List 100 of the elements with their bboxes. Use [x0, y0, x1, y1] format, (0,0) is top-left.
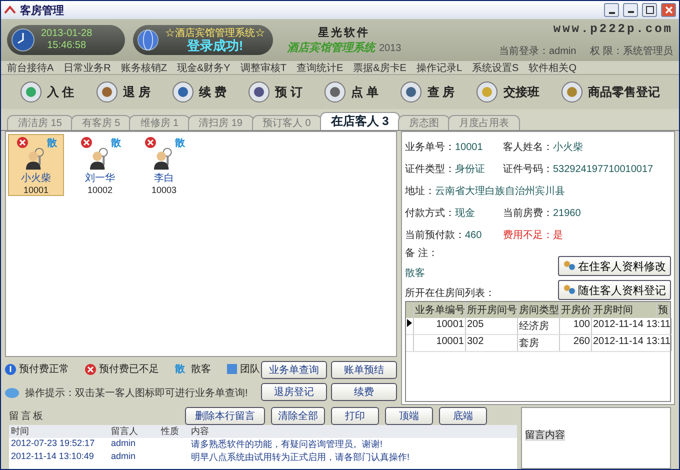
close-icon: [664, 6, 672, 14]
detail-field: 客人姓名：小火柴: [503, 140, 671, 154]
note-label: 备 注：: [405, 246, 439, 260]
walk-in-mark: 散: [175, 363, 185, 376]
note-text: 散客: [405, 266, 426, 280]
column-header: 时间: [10, 425, 30, 438]
maximize-icon: [646, 6, 654, 14]
toolbar-button[interactable]: 查 房: [396, 78, 459, 106]
minimize-button[interactable]: [604, 3, 619, 17]
column-header: 预: [657, 302, 670, 318]
people-icon: [563, 260, 575, 272]
guest-type-label: 散: [175, 137, 185, 150]
table-cell: 260: [560, 335, 592, 351]
guest-type-label: 散: [47, 137, 57, 150]
rooms-list-label: 所开在住房间列表：: [405, 286, 496, 300]
board-button[interactable]: 底端: [439, 407, 487, 425]
table-cell: 100: [560, 318, 592, 334]
current-login-text: 当前登录：admin: [498, 44, 576, 58]
board-button[interactable]: 顶端: [385, 407, 433, 425]
guest-info-button[interactable]: 随住客人资料登记: [558, 280, 671, 300]
board-button[interactable]: 清除全部: [271, 407, 325, 425]
toolbar-button[interactable]: 退 房: [92, 78, 154, 106]
message-content-label: 留言内容: [525, 430, 565, 441]
operation-tip: 操作提示：双击某一客人图标即可进行业务单查询!: [25, 386, 248, 400]
system-name: ☆酒店宾馆管理系统☆: [165, 28, 265, 39]
menu-item[interactable]: 操作记录L: [416, 61, 462, 74]
maximize-button[interactable]: [642, 3, 657, 17]
table-row[interactable]: 10001 302 套房 260 2012-11-14 13:11: [406, 335, 670, 352]
guest-type-label: 散: [111, 137, 121, 150]
table-cell-text: admin: [110, 438, 137, 450]
people-icon: [563, 284, 575, 296]
close-button[interactable]: [661, 3, 676, 17]
guest-name: 小火柴: [21, 172, 51, 185]
board-button[interactable]: 打印: [331, 407, 379, 425]
table-cell: 套房: [518, 335, 560, 351]
action-button[interactable]: 业务单查询: [261, 361, 327, 379]
menu-item[interactable]: 票据&房卡E: [353, 61, 406, 74]
group-icon: [227, 364, 237, 374]
app-icon: [4, 5, 16, 15]
guest-id: 10003: [151, 185, 177, 195]
error-icon: [85, 364, 96, 374]
toolbar-button[interactable]: 续 费: [168, 78, 230, 106]
minimize-to-tray-button[interactable]: [623, 3, 638, 17]
column-header: 开房价: [560, 302, 592, 318]
column-header: 性质: [160, 425, 180, 438]
menu-item[interactable]: 账务核销Z: [120, 61, 168, 74]
legend-label: 团队: [240, 363, 260, 376]
menu-item[interactable]: 现金&财务Y: [177, 61, 230, 74]
menu-item[interactable]: 日常业务R: [64, 61, 111, 74]
tab[interactable]: 在店客人 3: [320, 112, 400, 130]
detail-field: 业务单号：10001: [405, 140, 503, 154]
row-pointer-icon: [407, 319, 412, 327]
toolbar-button[interactable]: 商品零售登记: [557, 78, 664, 106]
guest-card[interactable]: 散 刘一华 10002: [72, 134, 128, 196]
window-title: 客房管理: [20, 4, 65, 18]
clock-icon: [11, 28, 35, 52]
menu-item[interactable]: 软件相关Q: [528, 61, 576, 74]
table-cell: 经济房: [518, 318, 560, 334]
column-header: 房间类型: [518, 302, 560, 318]
info-icon: [5, 364, 16, 374]
table-cell: 302: [466, 335, 518, 351]
globe-icon: [137, 28, 159, 52]
menu-item[interactable]: 前台接待A: [7, 61, 54, 74]
guest-name: 李白: [154, 172, 174, 185]
toolbar-button[interactable]: 交接班: [472, 78, 544, 106]
table-cell: 10001: [414, 318, 466, 334]
detail-field: 费用不足：是: [503, 228, 671, 242]
website-text: www.p222p.com: [553, 22, 673, 36]
table-cell-text: 请多熟悉软件的功能，有疑问咨询管理员。谢谢!: [190, 438, 384, 451]
action-button[interactable]: 退房登记: [261, 383, 327, 401]
board-button[interactable]: 删除本行留言: [185, 407, 265, 425]
table-cell: 10001: [414, 335, 466, 351]
column-header: 开房时间: [592, 302, 657, 318]
toolbar-button[interactable]: 点 单: [320, 78, 383, 106]
column-header: 留言人: [110, 425, 139, 438]
guest-card[interactable]: 散 李白 10003: [136, 134, 192, 196]
action-button[interactable]: 续费: [331, 383, 397, 401]
table-row[interactable]: 10001 205 经济房 100 2012-11-14 13:11: [406, 318, 670, 335]
guest-card[interactable]: 散 小火柴 10001: [8, 134, 64, 196]
menu-item[interactable]: 系统设置S: [472, 61, 519, 74]
table-cell-text: 2012-07-23 19:52:17: [10, 438, 96, 450]
detail-field: 付款方式：现金: [405, 206, 503, 220]
detail-field: 地址：云南省大理白族自治州宾川县: [405, 184, 671, 198]
version-text: 2013: [379, 43, 402, 54]
table-cell: 2012-11-14 13:11: [592, 318, 672, 334]
login-message: 登录成功!: [186, 40, 244, 52]
guest-info-button[interactable]: 在住客人资料修改: [558, 256, 671, 276]
detail-field: 当前预付款：460: [405, 228, 503, 242]
toolbar-button[interactable]: 预 订: [244, 78, 306, 106]
detail-field: 当前房费：21960: [503, 206, 671, 220]
table-cell: 2012-11-14 13:11: [592, 335, 672, 351]
action-button[interactable]: 账单预结: [331, 361, 397, 379]
menu-item[interactable]: 查询统计E: [296, 61, 344, 74]
column-header: 内容: [190, 425, 210, 438]
permission-text: 权 限：系统管理员: [590, 44, 673, 58]
detail-field: 证件类型：身份证: [405, 162, 503, 176]
menu-item[interactable]: 调整审核T: [240, 61, 286, 74]
toolbar-button[interactable]: 入 住: [16, 78, 78, 106]
column-header: 业务单编号: [414, 302, 466, 318]
column-header: 所开房间号: [466, 302, 518, 318]
